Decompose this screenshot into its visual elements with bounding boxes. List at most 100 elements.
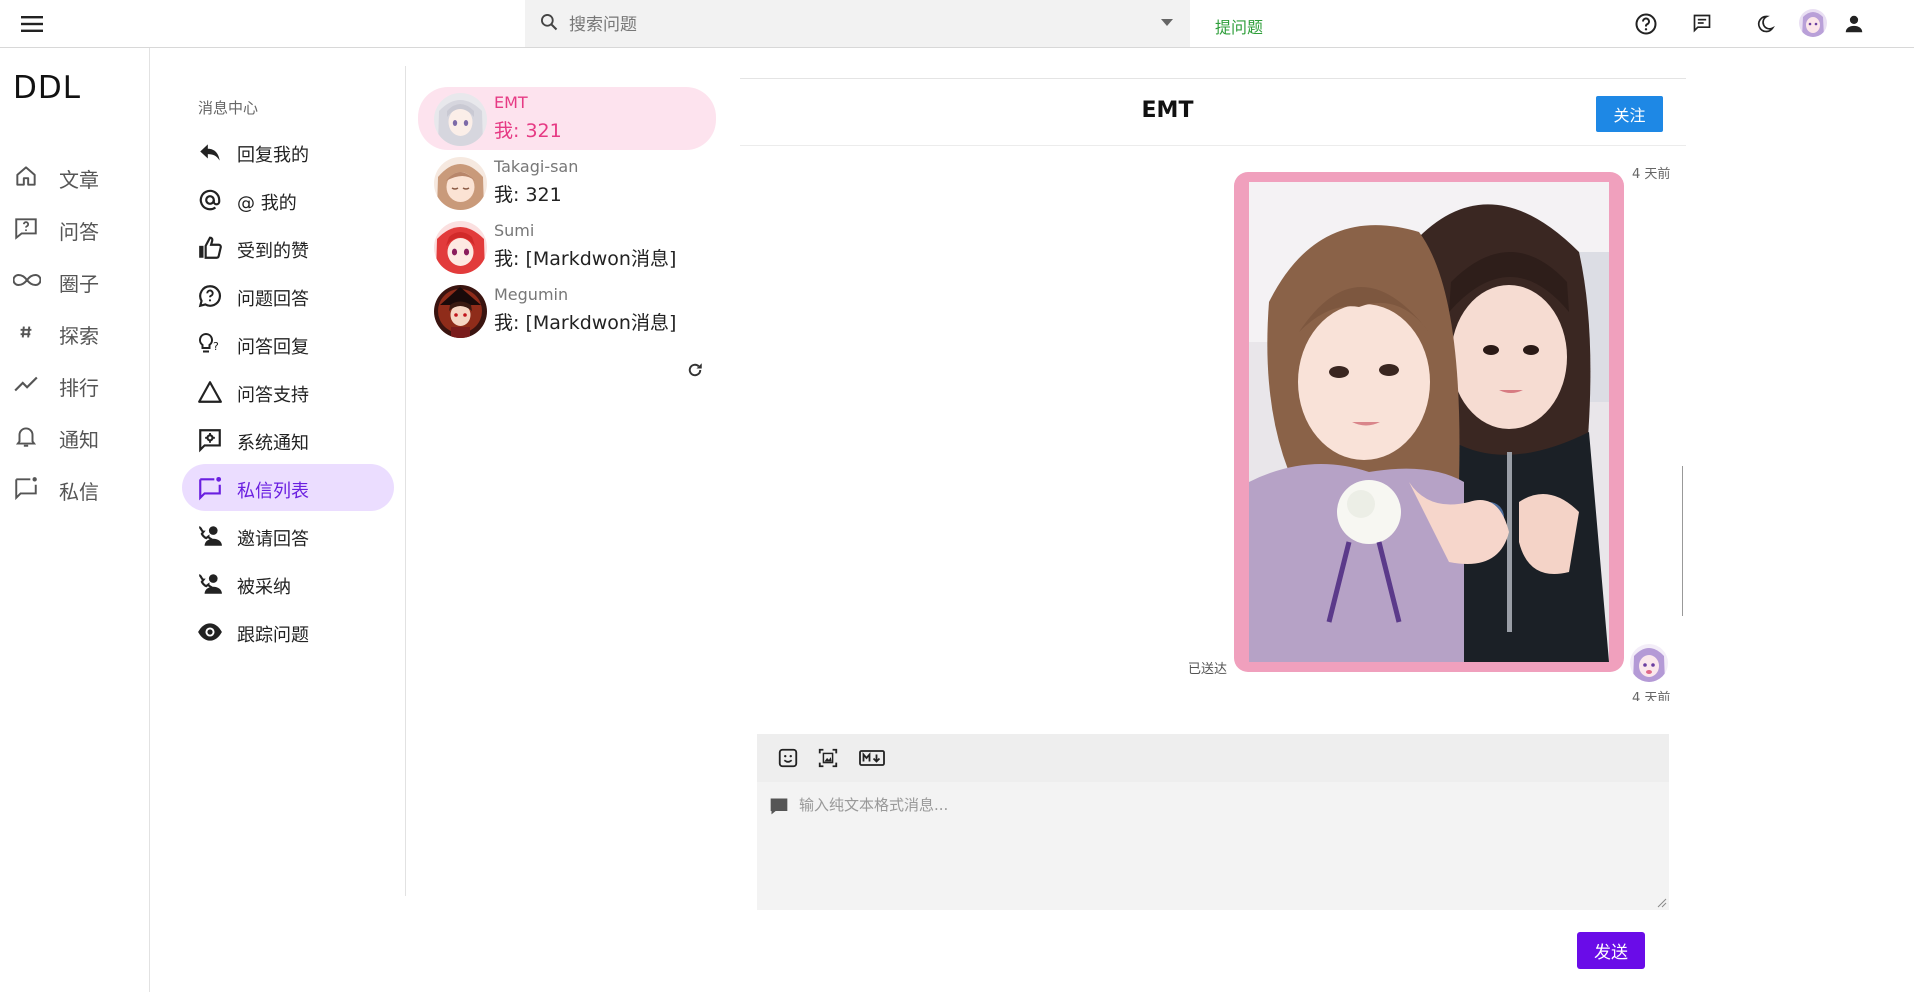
triangle-icon [197, 379, 223, 405]
home-icon [13, 163, 39, 189]
conversation-item[interactable]: Sumi 我: [Markdwon消息] [418, 215, 716, 278]
chat-icon [13, 475, 39, 501]
conversation-last-message: 我: [Markdwon消息] [494, 248, 677, 270]
sidebar-item-articles[interactable]: 文章 [0, 153, 148, 199]
menu-item-label: @ 我的 [237, 193, 297, 214]
account-icon[interactable] [1840, 10, 1868, 38]
panel-divider [405, 66, 406, 896]
conversation-name: EMT [494, 93, 528, 112]
sidebar-item-messages[interactable]: 私信 [0, 465, 148, 511]
menu-item-system-notices[interactable]: 系统通知 [182, 416, 394, 463]
message-composer [757, 782, 1669, 910]
chat-scrollbar[interactable] [1682, 466, 1683, 616]
user-avatar[interactable] [1799, 9, 1827, 37]
resize-handle[interactable] [1657, 898, 1667, 908]
follow-button[interactable]: 关注 [1596, 96, 1663, 132]
conversation-name: Takagi-san [494, 157, 579, 176]
menu-item-question-answers[interactable]: 问题回答 [182, 272, 394, 319]
conversation-avatar [434, 157, 487, 210]
refresh-icon[interactable] [686, 359, 704, 381]
message-image-bubble[interactable] [1234, 172, 1624, 672]
menu-item-qa-replies[interactable]: ? 问答回复 [182, 320, 394, 367]
conversation-item[interactable]: Takagi-san 我: 321 [418, 151, 716, 214]
message-timestamp-partial: 4 天前 [1632, 691, 1671, 701]
sidebar-item-label: 私信 [59, 480, 99, 504]
menu-item-label: 系统通知 [237, 433, 309, 454]
delivery-status: 已送达 [1188, 662, 1228, 677]
ask-question-link[interactable]: 提问题 [1215, 14, 1263, 38]
chat-list-icon [197, 475, 223, 501]
sender-avatar[interactable] [1630, 644, 1668, 682]
menu-item-label: 问答回复 [237, 337, 309, 358]
conversation-avatar [434, 221, 487, 274]
dark-mode-icon[interactable] [1751, 10, 1779, 38]
at-icon [197, 187, 223, 213]
conversation-name: Sumi [494, 221, 535, 240]
emoji-icon[interactable] [777, 747, 801, 771]
message-input[interactable] [797, 792, 1661, 896]
conversation-last-message: 我: [Markdwon消息] [494, 312, 677, 334]
menu-item-qa-support[interactable]: 问答支持 [182, 368, 394, 415]
markdown-icon[interactable] [859, 747, 885, 771]
system-message-icon [197, 427, 223, 453]
menu-item-private-messages[interactable]: 私信列表 [182, 464, 394, 511]
dropdown-arrow-icon[interactable] [1161, 19, 1173, 27]
search-input[interactable] [567, 10, 1131, 40]
menu-item-label: 受到的赞 [237, 241, 309, 262]
message-photo[interactable] [1249, 182, 1609, 662]
message-center-title: 消息中心 [198, 99, 259, 117]
menu-item-mentions[interactable]: @ 我的 [182, 176, 394, 223]
sidebar-item-qa[interactable]: 问答 [0, 205, 148, 251]
question-circle-icon[interactable] [1632, 10, 1660, 38]
sidebar-item-circles[interactable]: 圈子 [0, 257, 148, 303]
svg-text:?: ? [213, 340, 219, 353]
menu-item-likes[interactable]: 受到的赞 [182, 224, 394, 271]
menu-item-label: 被采纳 [237, 577, 291, 598]
phone-person-icon [197, 523, 223, 549]
sidebar-item-label: 排行 [59, 376, 99, 400]
chat-header-divider [740, 145, 1686, 146]
brand-logo[interactable]: DDL [13, 70, 81, 106]
chat-title: EMT [1141, 98, 1194, 123]
conversation-avatar [434, 93, 487, 146]
hamburger-menu-icon[interactable] [18, 10, 46, 38]
main-sidebar: DDL 文章 问答 圈子 探索 排行 通知 私信 [0, 48, 150, 992]
menu-item-label: 跟踪问题 [237, 625, 309, 646]
sidebar-item-label: 圈子 [59, 272, 99, 296]
menu-item-label: 邀请回答 [237, 529, 309, 550]
conversation-item[interactable]: EMT 我: 321 [418, 87, 716, 150]
conversation-name: Megumin [494, 285, 569, 304]
message-timestamp: 4 天前 [1632, 167, 1671, 182]
menu-item-adopted[interactable]: 被采纳 [182, 560, 394, 607]
question-bubble-icon [197, 283, 223, 309]
sidebar-item-explore[interactable]: 探索 [0, 309, 148, 355]
bell-icon [13, 423, 39, 449]
conversation-item[interactable]: Megumin 我: [Markdwon消息] [418, 279, 716, 342]
chat-top-divider [740, 78, 1686, 79]
eye-icon [197, 619, 223, 645]
menu-item-label: 私信列表 [237, 481, 309, 502]
thumb-up-icon [197, 235, 223, 261]
infinity-icon [13, 267, 41, 293]
sidebar-item-label: 问答 [59, 220, 99, 244]
send-button[interactable]: 发送 [1577, 932, 1645, 969]
menu-item-tracked-questions[interactable]: 跟踪问题 [182, 608, 394, 655]
sidebar-item-notifications[interactable]: 通知 [0, 413, 148, 459]
top-app-bar: 提问题 [0, 0, 1914, 48]
menu-item-label: 回复我的 [237, 145, 309, 166]
search-bar [525, 0, 1190, 47]
sidebar-item-ranking[interactable]: 排行 [0, 361, 148, 407]
message-icon[interactable] [1688, 9, 1716, 37]
conversation-last-message: 我: 321 [494, 184, 562, 206]
sidebar-item-label: 文章 [59, 168, 99, 192]
menu-item-replies[interactable]: 回复我的 [182, 128, 394, 175]
composer-toolbar [757, 734, 1669, 782]
menu-item-invited-answers[interactable]: 邀请回答 [182, 512, 394, 559]
image-icon[interactable] [817, 747, 841, 771]
menu-item-label: 问答支持 [237, 385, 309, 406]
search-icon [539, 12, 559, 32]
phone-person-icon [197, 571, 223, 597]
hashtag-icon [13, 319, 39, 345]
reply-icon [197, 139, 223, 165]
lightbulb-question-icon: ? [197, 331, 223, 357]
